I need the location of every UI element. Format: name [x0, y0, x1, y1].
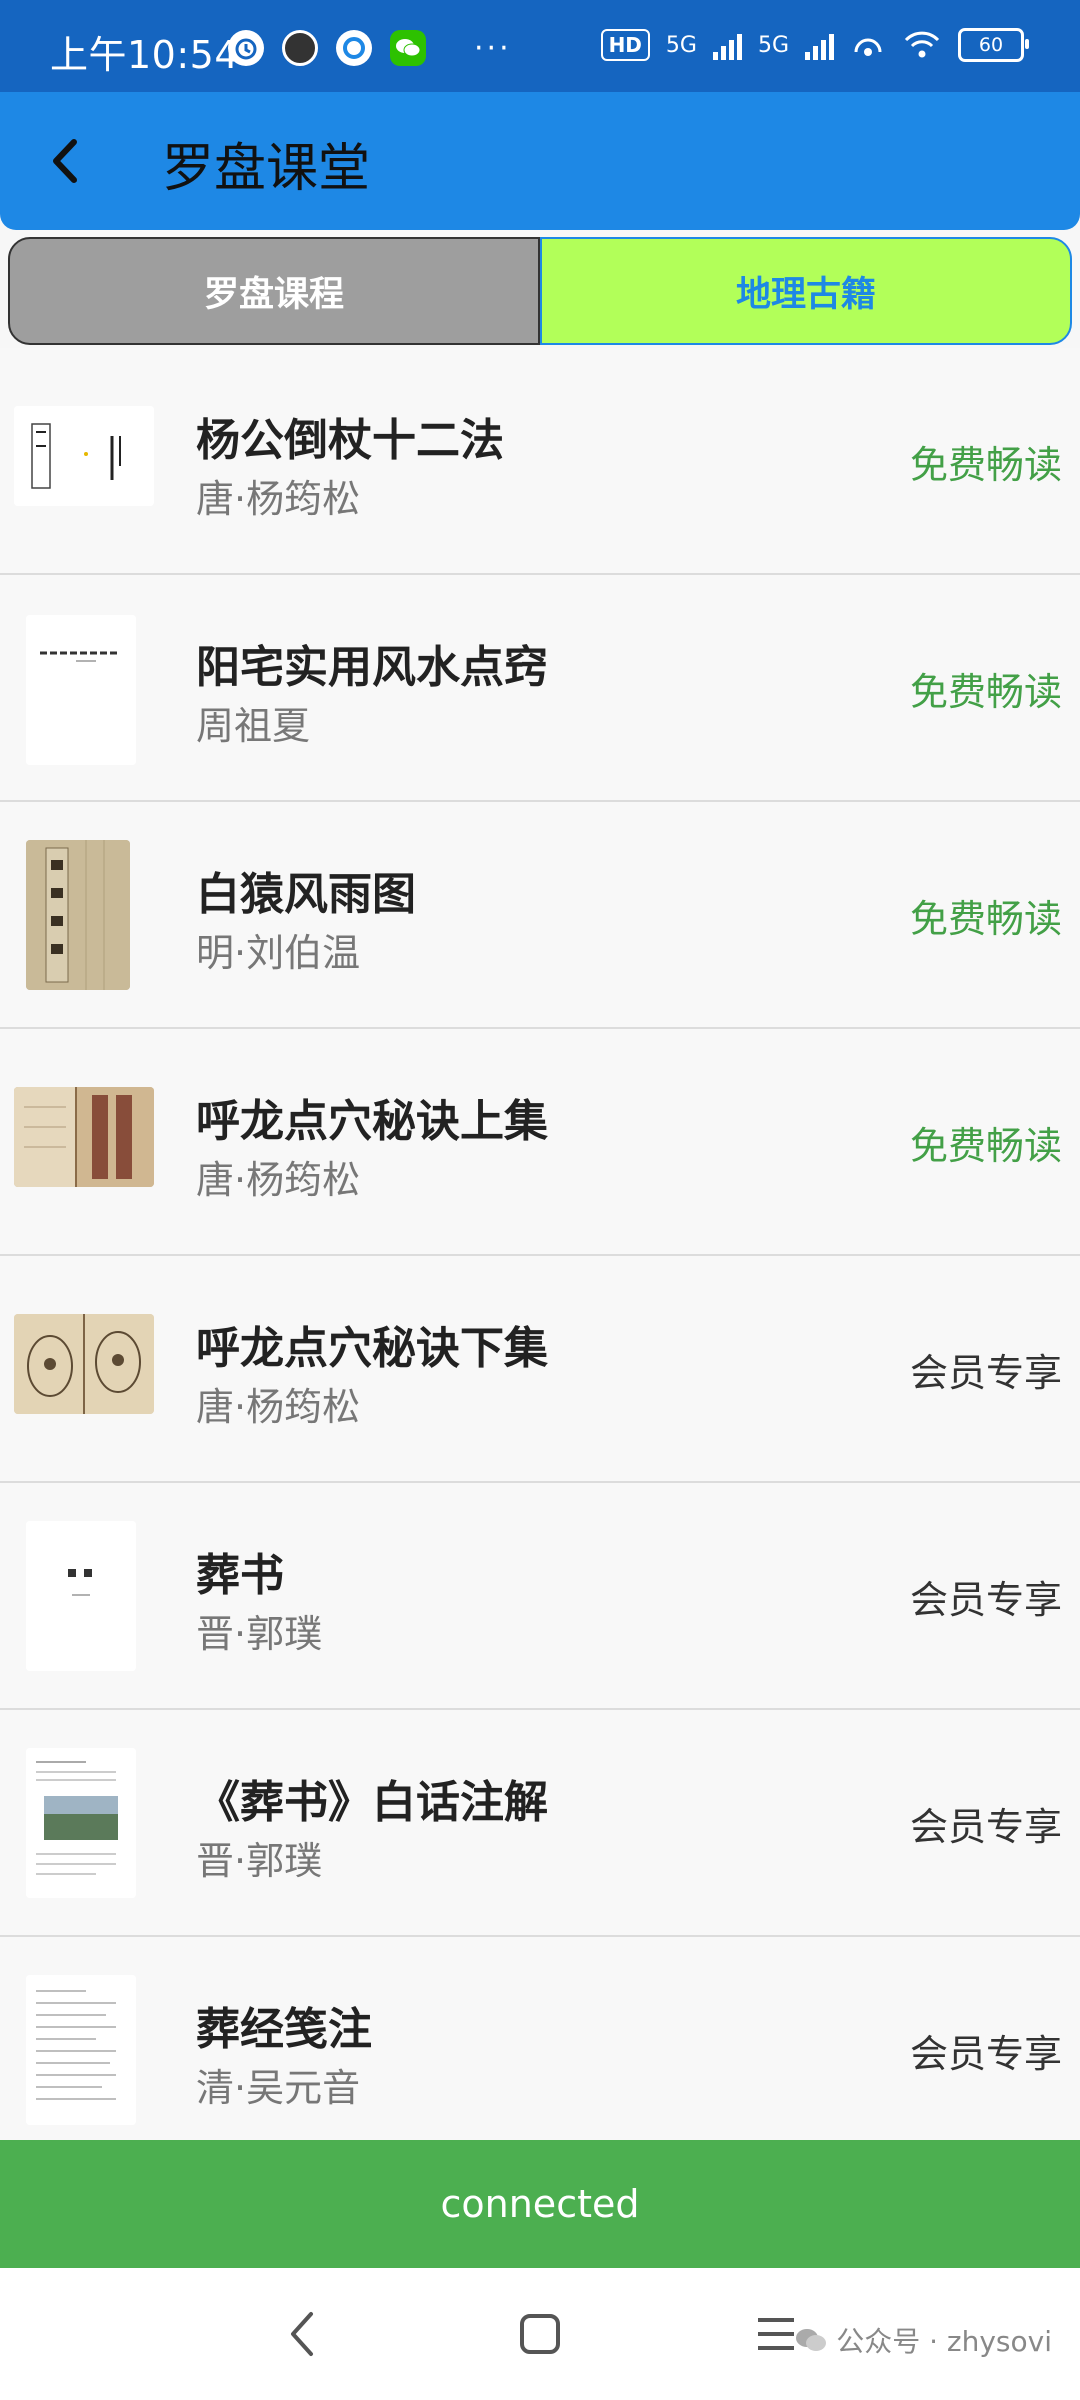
- signal-2-label: 5G: [757, 32, 789, 58]
- nav-back-icon: [291, 2312, 313, 2356]
- book-title: 葬书: [196, 1550, 284, 1601]
- wechat-watermark-icon: [796, 2329, 827, 2351]
- signal-1-icon: [712, 30, 742, 60]
- notification-icons: ···: [228, 30, 512, 66]
- book-title: 呼龙点穴秘诀上集: [196, 1096, 548, 1147]
- book-cover-image: [26, 1521, 136, 1671]
- app-notification-icon: [282, 30, 318, 66]
- book-title: 呼龙点穴秘诀下集: [196, 1323, 548, 1374]
- book-author: 唐·杨筠松: [196, 477, 361, 521]
- battery-level: 60: [978, 34, 1004, 56]
- book-row[interactable]: 白猿风雨图 明·刘伯温 免费畅读: [0, 802, 1080, 1029]
- book-row[interactable]: 《葬书》白话注解 晋·郭璞 会员专享: [0, 1710, 1080, 1937]
- book-row[interactable]: 阳宅实用风水点窍 周祖夏 免费畅读: [0, 575, 1080, 802]
- member-only-label[interactable]: 会员专享: [910, 1342, 1062, 1397]
- back-arrow-icon: [53, 139, 77, 183]
- hotspot-icon: [854, 38, 882, 56]
- book-author: 唐·杨筠松: [196, 1385, 361, 1429]
- tab-compass-courses[interactable]: 罗盘课程: [8, 237, 540, 345]
- wifi-icon: [904, 31, 940, 58]
- book-row[interactable]: 葬书 晋·郭璞 会员专享: [0, 1483, 1080, 1710]
- connection-status-text: connected: [440, 2182, 640, 2226]
- page-title: 罗盘课堂: [162, 139, 371, 199]
- signal-1-label: 5G: [665, 32, 697, 58]
- book-author: 清·吴元音: [196, 2066, 361, 2110]
- nav-back-button[interactable]: [272, 2304, 332, 2364]
- watermark: 公众号 · zhysovi: [794, 2320, 1052, 2360]
- book-cover-image: [14, 406, 154, 506]
- member-only-label[interactable]: 会员专享: [910, 1796, 1062, 1851]
- book-cover-image: [26, 1975, 136, 2125]
- book-cover-image: [26, 615, 136, 765]
- system-indicators: HD 5G 5G 60: [600, 28, 1029, 62]
- book-list: 杨公倒杖十二法 唐·杨筠松 免费畅读 阳宅实用风水点窍 周祖夏 免费畅读 白猿风…: [0, 348, 1080, 2164]
- status-time: 上午10:54: [50, 33, 240, 77]
- tab-geography-classics[interactable]: 地理古籍: [540, 237, 1072, 345]
- connection-status-bar: connected: [0, 2140, 1080, 2268]
- signal-2-icon: [805, 30, 834, 60]
- book-row[interactable]: 葬经笺注 清·吴元音 会员专享: [0, 1937, 1080, 2164]
- free-read-label[interactable]: 免费畅读: [910, 1115, 1062, 1170]
- book-title: 杨公倒杖十二法: [196, 415, 504, 466]
- book-author: 晋·郭璞: [196, 1612, 323, 1656]
- book-title: 阳宅实用风水点窍: [196, 642, 548, 693]
- nav-home-button[interactable]: [510, 2304, 570, 2364]
- nav-menu-icon: [758, 2318, 794, 2350]
- more-notifications-icon: ···: [474, 30, 512, 66]
- browser-notification-icon: [336, 30, 372, 66]
- nav-home-icon: [520, 2314, 560, 2354]
- hd-voice-icon: HD: [600, 29, 650, 61]
- book-row[interactable]: 呼龙点穴秘诀上集 唐·杨筠松 免费畅读: [0, 1029, 1080, 1256]
- battery-icon: 60: [958, 28, 1029, 62]
- alarm-icon: [228, 30, 264, 66]
- member-only-label[interactable]: 会员专享: [910, 1569, 1062, 1624]
- back-button[interactable]: [30, 126, 100, 196]
- book-cover-image: [26, 1748, 136, 1898]
- free-read-label[interactable]: 免费畅读: [910, 434, 1062, 489]
- free-read-label[interactable]: 免费畅读: [910, 661, 1062, 716]
- tab-bar: 罗盘课程 地理古籍: [8, 237, 1072, 345]
- book-cover-image: [26, 840, 130, 990]
- book-title: 白猿风雨图: [196, 869, 416, 920]
- watermark-text: 公众号 · zhysovi: [836, 2325, 1052, 2358]
- book-author: 明·刘伯温: [196, 931, 361, 975]
- member-only-label[interactable]: 会员专享: [910, 2023, 1062, 2078]
- book-author: 唐·杨筠松: [196, 1158, 361, 1202]
- system-nav-bar: 公众号 · zhysovi: [0, 2268, 1080, 2400]
- status-bar: 上午10:54 ··· HD 5G 5G 60: [0, 0, 1080, 92]
- book-row[interactable]: 杨公倒杖十二法 唐·杨筠松 免费畅读: [0, 348, 1080, 575]
- book-title: 《葬书》白话注解: [196, 1777, 548, 1828]
- book-cover-image: [14, 1314, 154, 1414]
- wechat-icon: [390, 30, 426, 66]
- app-bar: 罗盘课堂: [0, 92, 1080, 230]
- book-cover-image: [14, 1087, 154, 1187]
- book-author: 周祖夏: [196, 704, 311, 748]
- free-read-label[interactable]: 免费畅读: [910, 888, 1062, 943]
- book-row[interactable]: 呼龙点穴秘诀下集 唐·杨筠松 会员专享: [0, 1256, 1080, 1483]
- book-author: 晋·郭璞: [196, 1839, 323, 1883]
- book-title: 葬经笺注: [196, 2004, 372, 2055]
